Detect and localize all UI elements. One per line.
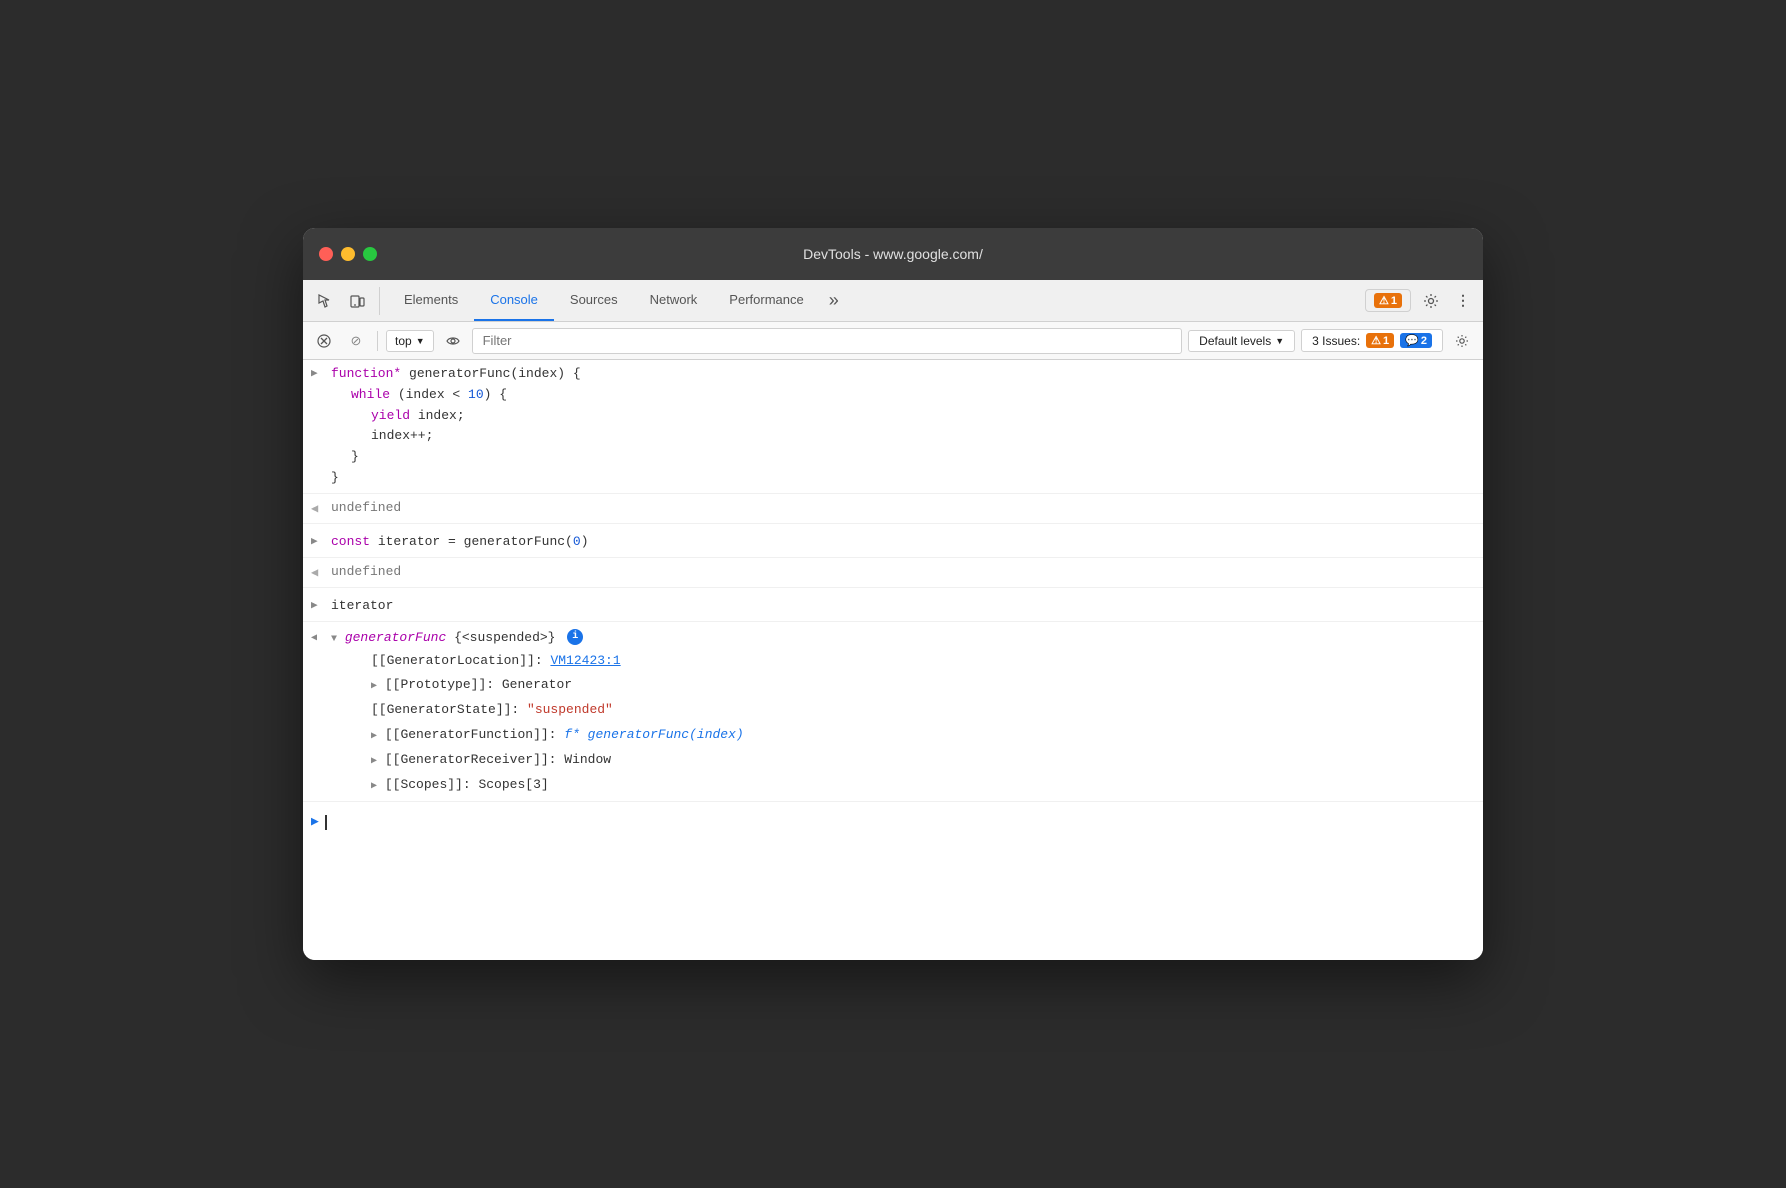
maximize-button[interactable]	[363, 247, 377, 261]
log-levels-selector[interactable]: Default levels ▼	[1188, 330, 1295, 352]
return-arrow-2: ◀	[311, 562, 325, 583]
expand-arrow[interactable]: ▶	[311, 364, 325, 384]
titlebar-title: DevTools - www.google.com/	[803, 246, 983, 262]
console-entry-undefined-1: ◀ undefined	[303, 494, 1483, 524]
genfunction-expand-arrow[interactable]: ▶	[371, 731, 377, 742]
generator-location-link[interactable]: VM12423:1	[550, 653, 620, 668]
tab-network[interactable]: Network	[634, 280, 714, 321]
main-toolbar: Elements Console Sources Network Perform…	[303, 280, 1483, 322]
collapse-arrow[interactable]: ◀	[311, 628, 325, 647]
filter-input[interactable]	[472, 328, 1183, 354]
settings-icon[interactable]	[1417, 287, 1445, 315]
tab-console[interactable]: Console	[474, 280, 554, 321]
more-options-button[interactable]: ⋮	[1451, 287, 1475, 315]
more-tabs-button[interactable]: »	[820, 287, 848, 315]
traffic-lights	[319, 247, 377, 261]
titlebar: DevTools - www.google.com/	[303, 228, 1483, 280]
issues-badge[interactable]: ⚠ 1 1	[1365, 289, 1411, 312]
console-settings-icon[interactable]	[1449, 328, 1475, 354]
info-badge[interactable]: i	[567, 629, 583, 645]
clear-console-button[interactable]	[311, 328, 337, 354]
issues-count-panel[interactable]: 3 Issues: ⚠ 1 💬 2	[1301, 329, 1443, 352]
console-entry-generator-func: ▶ function* generatorFunc(index) { while…	[303, 360, 1483, 494]
entry-content: function* generatorFunc(index) { while (…	[331, 364, 1475, 489]
console-prompt[interactable]: ▶	[303, 806, 1483, 839]
console-entry-undefined-2: ◀ undefined	[303, 558, 1483, 588]
scopes-expand-arrow[interactable]: ▶	[371, 781, 377, 792]
tabs-bar: Elements Console Sources Network Perform…	[388, 280, 1357, 321]
toolbar-icons	[311, 287, 380, 315]
issues-info-badge: 💬 2	[1400, 333, 1432, 348]
context-selector[interactable]: top ▼	[386, 330, 434, 352]
tab-elements[interactable]: Elements	[388, 280, 474, 321]
entry-content-2: const iterator = generatorFunc(0)	[331, 532, 1475, 553]
genreceiver-expand-arrow[interactable]: ▶	[371, 756, 377, 767]
console-entry-iterator-output: ▶ iterator	[303, 592, 1483, 622]
prompt-cursor	[325, 815, 327, 830]
expand-arrow-3[interactable]: ▶	[311, 596, 325, 616]
device-toolbar-icon[interactable]	[343, 287, 371, 315]
levels-chevron-icon: ▼	[1275, 336, 1284, 346]
generator-expanded-content: ▼ generatorFunc {<suspended>} i [[Genera…	[331, 628, 1475, 798]
devtools-window: DevTools - www.google.com/ Elements	[303, 228, 1483, 960]
minimize-button[interactable]	[341, 247, 355, 261]
issues-warning-badge: ⚠ 1	[1366, 333, 1394, 348]
filter-toggle-button[interactable]: ⊘	[343, 328, 369, 354]
toolbar-separator	[377, 331, 378, 351]
inspect-icon[interactable]	[311, 287, 339, 315]
prompt-arrow: ▶	[311, 812, 319, 833]
chevron-down-icon: ▼	[416, 336, 425, 346]
tab-sources[interactable]: Sources	[554, 280, 634, 321]
console-content: ▶ function* generatorFunc(index) { while…	[303, 360, 1483, 960]
prototype-expand-arrow[interactable]: ▶	[371, 681, 377, 692]
expand-arrow-2[interactable]: ▶	[311, 532, 325, 552]
warning-badge: ⚠ 1	[1374, 293, 1402, 308]
return-arrow: ◀	[311, 498, 325, 519]
tab-performance[interactable]: Performance	[713, 280, 819, 321]
eye-icon-button[interactable]	[440, 328, 466, 354]
console-entry-iterator-assign: ▶ const iterator = generatorFunc(0)	[303, 528, 1483, 558]
console-entry-generator-expanded: ◀ ▼ generatorFunc {<suspended>} i [[Gene…	[303, 622, 1483, 803]
toolbar-right: ⚠ 1 1 ⋮	[1365, 287, 1475, 315]
console-toolbar: ⊘ top ▼ Default levels ▼ 3 Issues: ⚠ 1 💬…	[303, 322, 1483, 360]
close-button[interactable]	[319, 247, 333, 261]
